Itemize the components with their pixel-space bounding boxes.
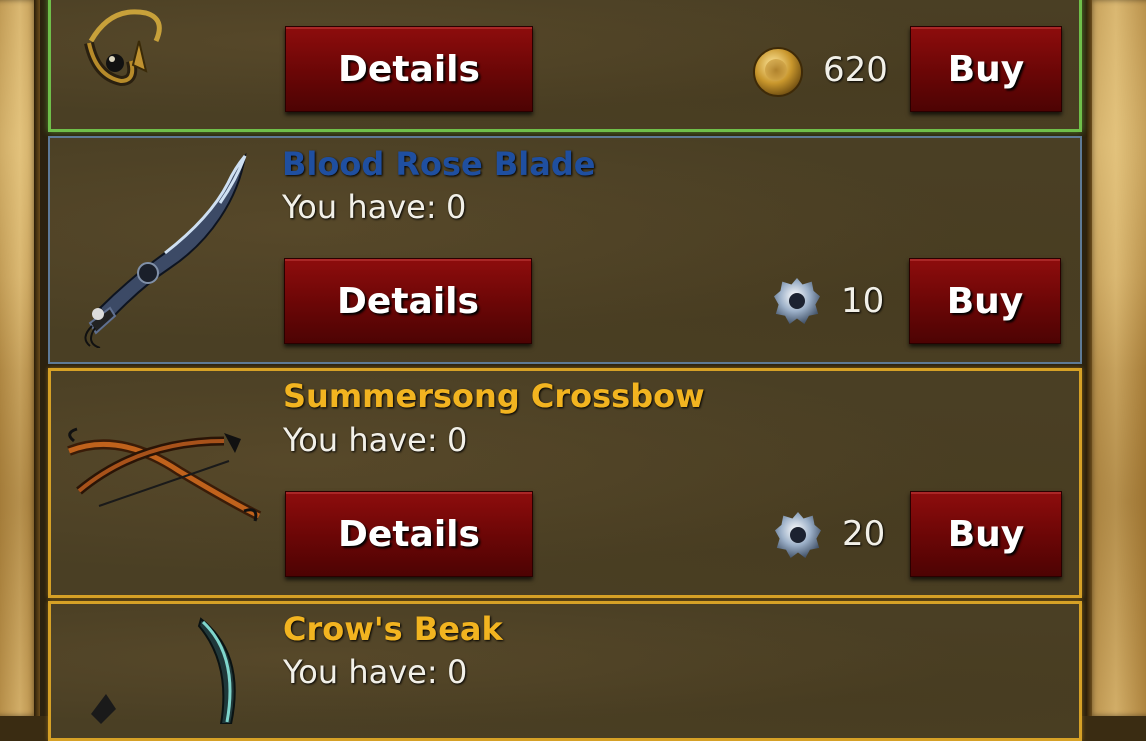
- curved-sword-icon: [70, 148, 260, 352]
- item-price: 620: [823, 50, 888, 90]
- crossbow-icon: [59, 421, 269, 535]
- details-button[interactable]: Details: [285, 26, 533, 112]
- owned-count-value: 0: [447, 653, 468, 691]
- gem-icon: [774, 278, 820, 324]
- shop-item-row: Details 620 Buy: [48, 0, 1082, 132]
- owned-count-label: You have:: [283, 421, 438, 459]
- right-frame-border: [1086, 0, 1146, 716]
- item-name: Blood Rose Blade: [282, 145, 596, 183]
- owned-count-label: You have:: [282, 188, 437, 226]
- amulet-icon: [71, 1, 191, 95]
- details-button[interactable]: Details: [285, 491, 533, 577]
- buy-button[interactable]: Buy: [909, 258, 1061, 344]
- shop-item-row: Summersong Crossbow You have: 0 Details …: [48, 368, 1082, 598]
- item-name: Summersong Crossbow: [283, 377, 705, 415]
- shop-item-row: Crow's Beak You have: 0: [48, 601, 1082, 741]
- owned-count-value: 0: [446, 188, 467, 226]
- owned-count-value: 0: [447, 421, 468, 459]
- scythe-blade-icon: [71, 614, 251, 728]
- shop-item-row: Blood Rose Blade You have: 0 Details 10 …: [48, 136, 1082, 364]
- owned-count-label: You have:: [283, 653, 438, 691]
- buy-button[interactable]: Buy: [910, 491, 1062, 577]
- left-frame-border: [0, 0, 40, 716]
- item-price: 10: [841, 281, 885, 321]
- gold-coin-icon: [753, 47, 803, 97]
- gem-icon: [775, 512, 821, 558]
- item-price: 20: [842, 514, 886, 554]
- buy-button[interactable]: Buy: [910, 26, 1062, 112]
- shop-item-list[interactable]: Details 620 Buy Blood Rose Blade You hav…: [40, 0, 1086, 741]
- details-button[interactable]: Details: [284, 258, 532, 344]
- item-name: Crow's Beak: [283, 610, 503, 648]
